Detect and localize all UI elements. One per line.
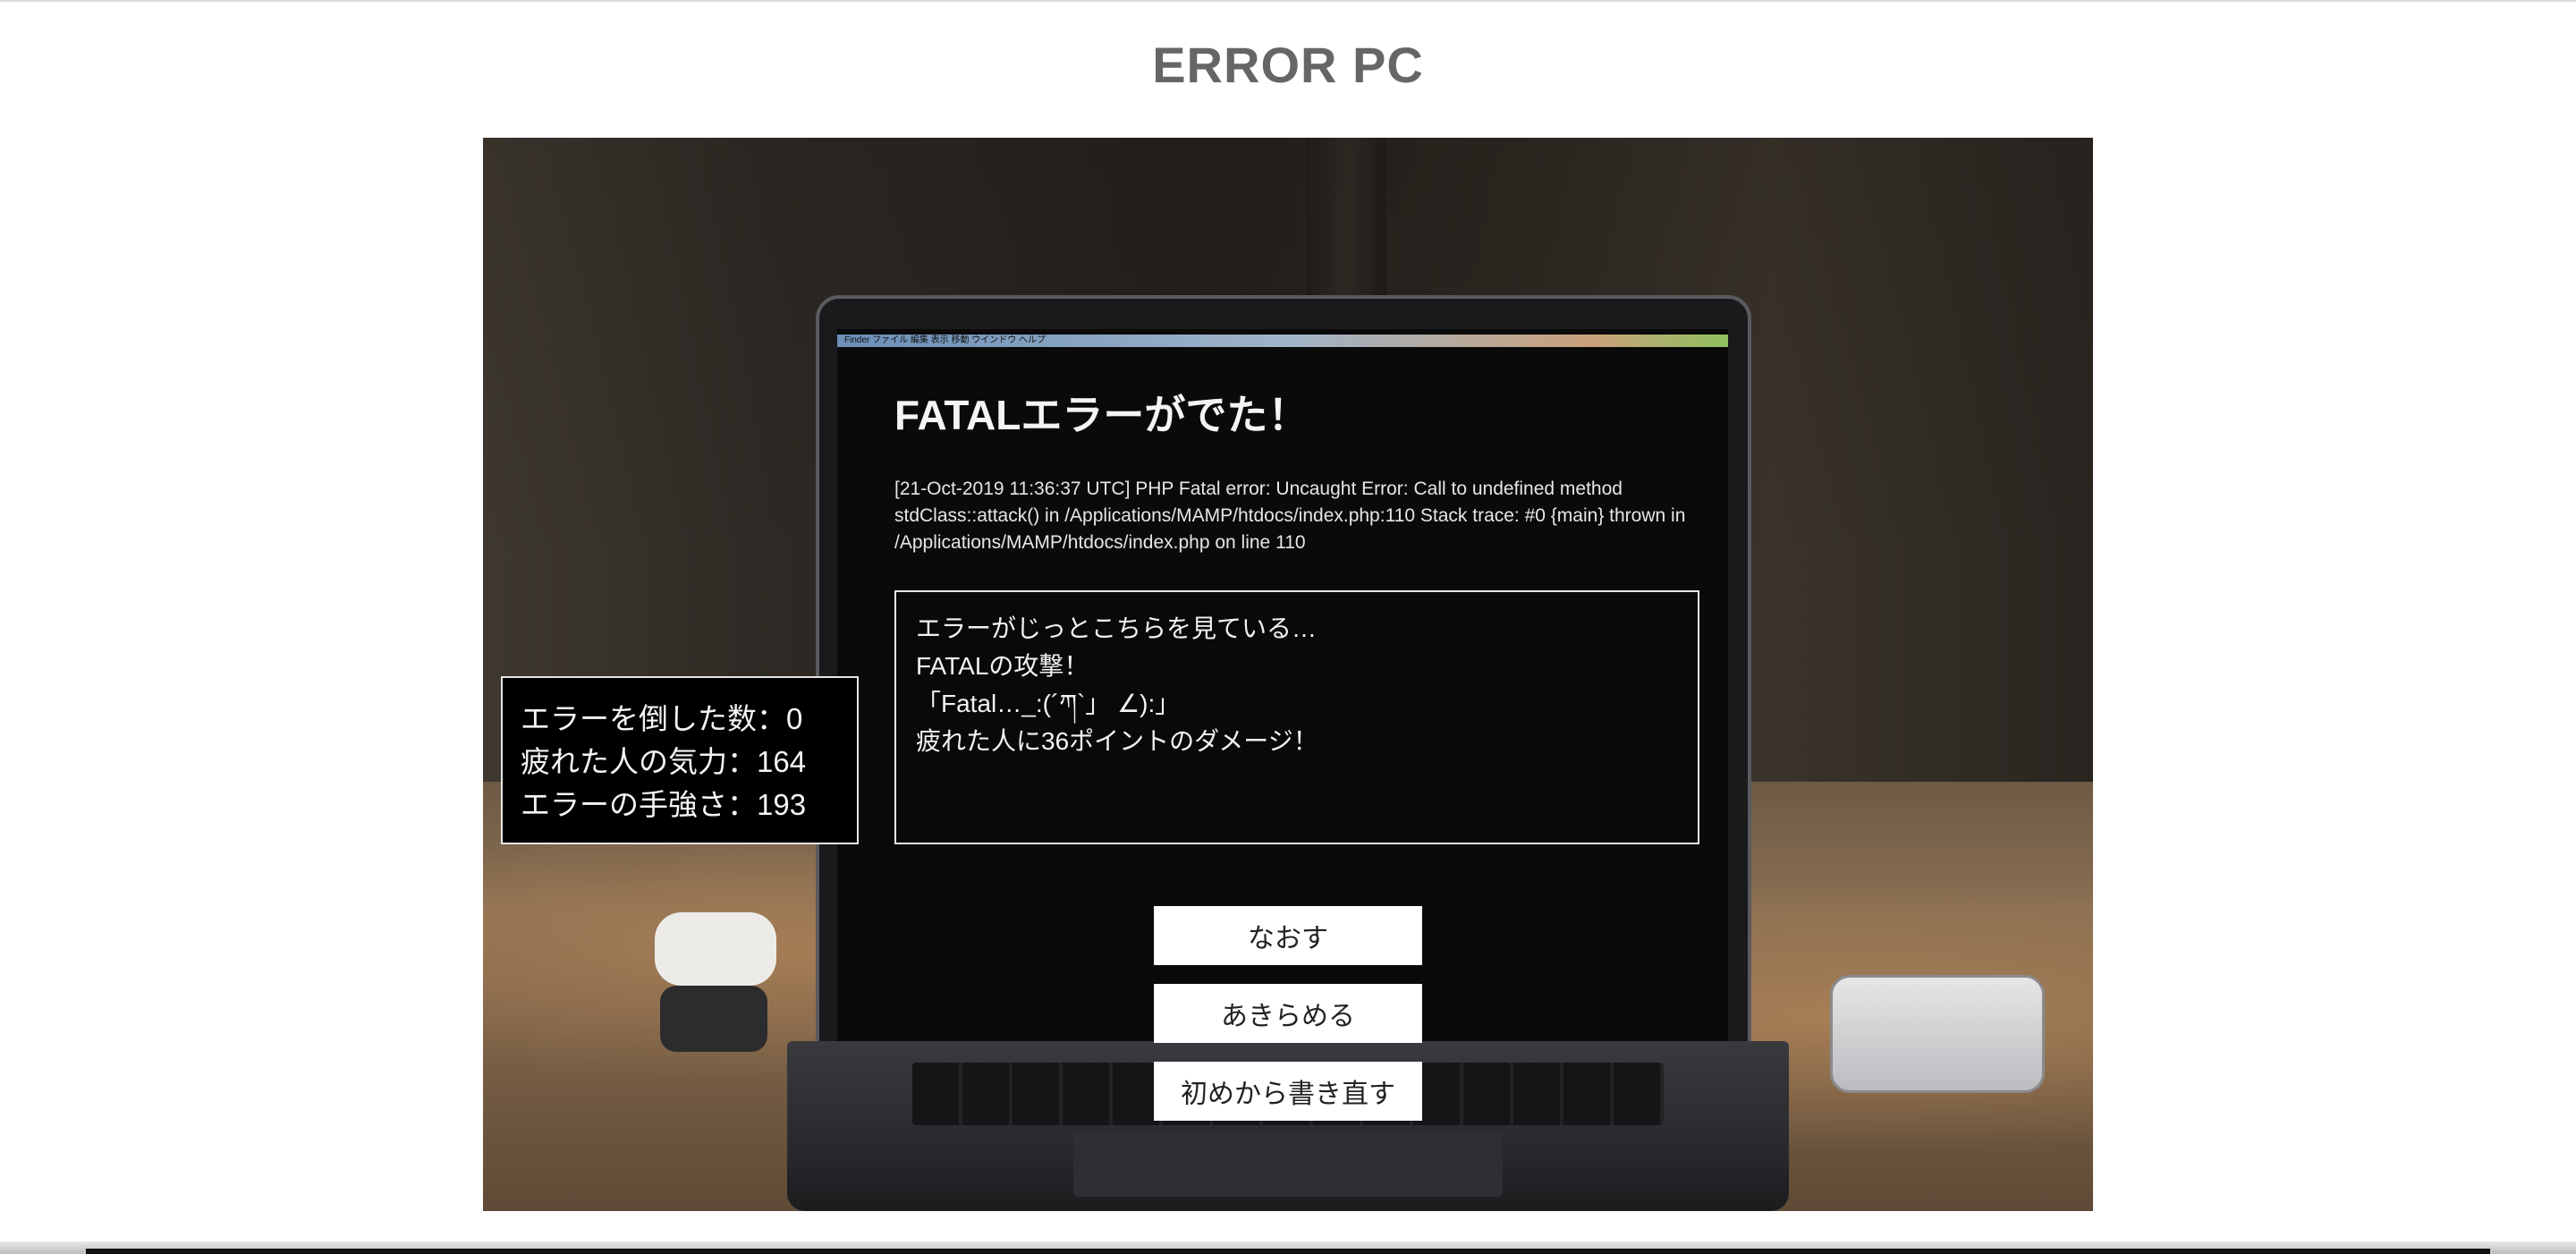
give-up-button[interactable]: あきらめる [1154, 984, 1422, 1043]
smartphone [1830, 975, 2045, 1093]
battle-message-box: エラーがじっとこちらを見ている… FATALの攻撃！ 「Fatal…_:(´ཀ`… [894, 590, 1699, 844]
message-line: 疲れた人に36ポイントのダメージ！ [916, 727, 1318, 755]
stat-defeated-count: エラーを倒した数：0 [521, 702, 803, 735]
rewrite-button[interactable]: 初めから書き直す [1154, 1062, 1422, 1121]
error-log: [21-Oct-2019 11:36:37 UTC] PHP Fatal err… [894, 479, 1686, 553]
airpods-case [655, 912, 776, 986]
fix-button[interactable]: なおす [1154, 906, 1422, 965]
top-border [0, 0, 2576, 2]
page-title: ERROR PC [1152, 37, 1424, 93]
error-heading: FATALエラーがでた！ [894, 392, 1309, 438]
message-line: 「Fatal…_:(´ཀ`」 ∠):」 [916, 690, 1181, 717]
bottom-edge [86, 1249, 2490, 1254]
message-line: FATALの攻撃！ [916, 652, 1089, 680]
stat-tired-person-energy: 疲れた人の気力：164 [521, 745, 807, 778]
message-line: エラーがじっとこちらを見ている… [916, 614, 1318, 642]
stats-box: エラーを倒した数：0 疲れた人の気力：164 エラーの手強さ：193 [501, 676, 859, 844]
laptop-menubar: Finder ファイル 編集 表示 移動 ウインドウ ヘルプ [837, 335, 1728, 347]
laptop-trackpad [1073, 1131, 1503, 1197]
wrist-watch [660, 986, 767, 1052]
menubar-text: Finder ファイル 編集 表示 移動 ウインドウ ヘルプ [844, 335, 1046, 345]
stat-error-strength: エラーの手強さ：193 [521, 788, 807, 821]
